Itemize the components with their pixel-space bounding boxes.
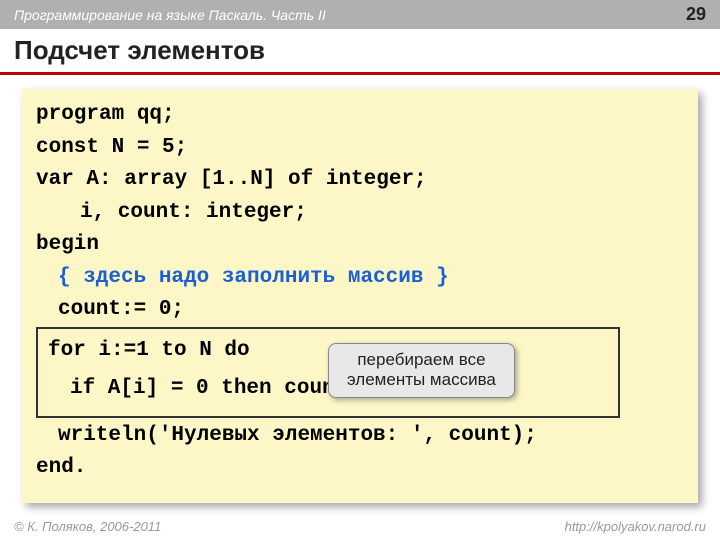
code-line: const N = 5;: [36, 132, 684, 165]
code-comment: { здесь надо заполнить массив }: [36, 262, 684, 295]
code-line: end.: [36, 452, 684, 485]
slide-header: Программирование на языке Паскаль. Часть…: [0, 0, 720, 29]
callout-line: элементы массива: [347, 370, 496, 390]
annotation-callout: перебираем все элементы массива: [328, 343, 515, 398]
code-line: begin: [36, 229, 684, 262]
code-line: i, count: integer;: [36, 197, 684, 230]
slide-footer: © К. Поляков, 2006-2011 http://kpolyakov…: [14, 519, 706, 534]
course-title: Программирование на языке Паскаль. Часть…: [14, 7, 326, 23]
page-number: 29: [686, 4, 706, 25]
code-line: program qq;: [36, 99, 684, 132]
code-line: writeln('Нулевых элементов: ', count);: [36, 420, 684, 453]
footer-url: http://kpolyakov.narod.ru: [565, 519, 706, 534]
callout-line: перебираем все: [347, 350, 496, 370]
code-block: program qq; const N = 5; var A: array [1…: [22, 89, 698, 503]
slide-title: Подсчет элементов: [0, 29, 720, 75]
code-line: count:= 0;: [36, 294, 684, 327]
code-line: var A: array [1..N] of integer;: [36, 164, 684, 197]
copyright: © К. Поляков, 2006-2011: [14, 519, 161, 534]
